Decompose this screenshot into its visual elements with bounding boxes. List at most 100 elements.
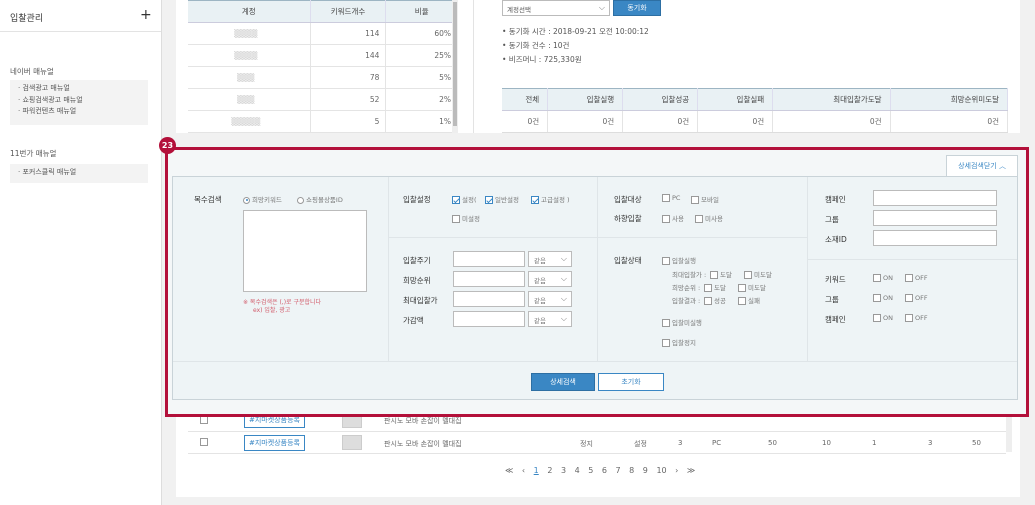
checkbox-state-not-run[interactable]: 입찰미실행: [662, 317, 702, 327]
sync-time: • 동기화 시간 : 2018-09-21 오전 10:00:12: [502, 27, 649, 36]
checkbox-keyword-on[interactable]: ON: [873, 274, 893, 282]
checkbox-pc[interactable]: PC: [662, 194, 680, 202]
bid-cycle-operator[interactable]: 같음 ⌵: [528, 251, 572, 267]
bid-setting-label: 입찰설정: [403, 195, 431, 204]
page-3[interactable]: 3: [561, 466, 566, 475]
checkbox-unset[interactable]: 미설정: [452, 213, 480, 223]
multi-search-label: 복수검색: [194, 195, 222, 204]
detail-search-footer: 상세검색 초기화: [173, 361, 1017, 399]
checkbox-group-off[interactable]: OFF: [905, 294, 928, 302]
manual-link-powercontent[interactable]: · 파워컨텐츠 매뉴얼: [18, 106, 140, 118]
checkbox-normal-setting[interactable]: 일반설정: [485, 194, 519, 204]
detail-search-panel: 복수검색 희망키워드 쇼핑몰상품ID ※ 복수검색은 (,)로 구분합니다 ex…: [172, 176, 1018, 400]
manual-link-shopping[interactable]: · 쇼핑검색광고 매뉴얼: [18, 95, 140, 107]
checkbox-not-use[interactable]: 미사용: [695, 213, 723, 223]
naver-manual-list: · 검색광고 매뉴얼 · 쇼핑검색광고 매뉴얼 · 파워컨텐츠 매뉴얼: [10, 80, 148, 125]
group-label: 그룹: [825, 215, 839, 224]
step-input[interactable]: [453, 311, 525, 327]
biz-money: • 비즈머니 : 725,330원: [502, 55, 582, 64]
campaign-label: 캠페인: [825, 195, 846, 204]
page-7[interactable]: 7: [616, 466, 621, 475]
table-row: ▒▒▒▒ 144 25%: [188, 44, 458, 67]
checkbox-state-stop[interactable]: 입찰정지: [662, 337, 696, 347]
page-2[interactable]: 2: [547, 466, 552, 475]
product-tag[interactable]: #지마켓상품등록: [244, 435, 305, 451]
divider: [473, 0, 474, 133]
checkbox-rank-reach[interactable]: 도달: [704, 282, 726, 292]
rank-operator[interactable]: 같음 ⌵: [528, 271, 572, 287]
col-run: 입찰실행: [547, 88, 624, 111]
table-row: ▒▒▒ 52 2%: [188, 88, 458, 111]
checkbox-maxbid-reach[interactable]: 도달: [710, 269, 732, 279]
chevron-down-icon: ⌵: [560, 314, 567, 323]
checkbox-rank-not-reach[interactable]: 미도달: [738, 282, 766, 292]
manual-link-search[interactable]: · 검색광고 매뉴얼: [18, 83, 140, 95]
expand-plus-icon[interactable]: +: [140, 7, 152, 23]
bid-cycle-input[interactable]: [453, 251, 525, 267]
next-page[interactable]: ›: [675, 466, 678, 475]
radio-keyword[interactable]: 희망키워드: [243, 194, 282, 204]
manual-link-focusclick[interactable]: · 포커스클릭 매뉴얼: [18, 167, 140, 179]
account-select[interactable]: 계정선택 ⌵: [502, 0, 610, 16]
page-9[interactable]: 9: [643, 466, 648, 475]
sync-count: • 동기화 건수 : 10건: [502, 41, 570, 50]
checkbox-setting[interactable]: 설정(: [452, 194, 477, 204]
table-scrollbar[interactable]: [452, 0, 458, 133]
page-5[interactable]: 5: [588, 466, 593, 475]
max-bid-operator[interactable]: 같음 ⌵: [528, 291, 572, 307]
page-1[interactable]: 1: [534, 466, 539, 475]
sync-info: • 동기화 시간 : 2018-09-21 오전 10:00:12 • 동기화 …: [502, 25, 649, 67]
col-total: 전체: [502, 88, 549, 111]
row-checkbox[interactable]: [200, 438, 208, 446]
checkbox-keyword-off[interactable]: OFF: [905, 274, 928, 282]
step-operator[interactable]: 같음 ⌵: [528, 311, 572, 327]
prev-page[interactable]: ‹: [522, 466, 525, 475]
page-10[interactable]: 10: [656, 466, 666, 475]
page-8[interactable]: 8: [629, 466, 634, 475]
page-4[interactable]: 4: [575, 466, 580, 475]
first-page[interactable]: ≪: [505, 466, 513, 475]
page-6[interactable]: 6: [602, 466, 607, 475]
col-ratio: 비율: [385, 0, 458, 23]
bid-state-column: 입찰대상 PC 모바일 하향입찰 사용 미사용 입찰상태 입찰실행 최대입찰가 …: [598, 177, 808, 361]
max-bid-input[interactable]: [453, 291, 525, 307]
material-id-label: 소재ID: [825, 235, 847, 244]
table-row: ▒▒▒▒▒ 5 1%: [188, 110, 458, 133]
checkbox-maxbid-not-reach[interactable]: 미도달: [744, 269, 772, 279]
checkbox-state-run[interactable]: 입찰실행: [662, 255, 696, 265]
material-id-input[interactable]: [873, 230, 997, 246]
checkbox-mobile[interactable]: 모바일: [691, 194, 719, 204]
checkbox-advanced-setting[interactable]: 고급설정 ): [531, 194, 570, 204]
col-fail: 입찰실패: [697, 88, 774, 111]
sync-button[interactable]: 동기화: [613, 0, 661, 16]
radio-shopping-id[interactable]: 쇼핑몰상품ID: [297, 194, 343, 204]
checkbox-result-fail[interactable]: 실패: [738, 295, 760, 305]
multi-search-textarea[interactable]: [243, 210, 367, 292]
campaign-column: 캠페인 그룹 소재ID 키워드 ON OFF 그룹 ON OFF 캠페인 ON …: [808, 177, 1017, 361]
checkbox-use[interactable]: 사용: [662, 213, 684, 223]
col-success: 입찰성공: [622, 88, 699, 111]
bid-status-table: 전체 입찰실행 입찰성공 입찰실패 최대입찰가도달 희망순위미도달 0건 0건 …: [502, 88, 1009, 133]
bid-setting-column: 입찰설정 설정( 일반설정 고급설정 ) 미설정 입찰주기 같음 ⌵ 희망순위 같…: [389, 177, 598, 361]
chevron-down-icon: ⌵: [560, 294, 567, 303]
eleven-manual-heading: 11번가 매뉴얼: [10, 149, 57, 158]
detail-toggle-button[interactable]: 상세검색닫기 ︿: [946, 155, 1018, 176]
rank-input[interactable]: [453, 271, 525, 287]
state-maxbid-label: 최대입찰가 :: [672, 271, 707, 279]
checkbox-group-on[interactable]: ON: [873, 294, 893, 302]
campaign-input[interactable]: [873, 190, 997, 206]
step-label: 가감액: [403, 316, 424, 325]
last-page[interactable]: ≫: [687, 466, 695, 475]
sidebar: 입찰관리 + 네이버 매뉴얼 · 검색광고 매뉴얼 · 쇼핑검색광고 매뉴얼 ·…: [0, 0, 162, 505]
table-row: 0건 0건 0건 0건 0건 0건: [502, 110, 1009, 133]
row-checkbox[interactable]: [200, 416, 208, 424]
detail-search-button[interactable]: 상세검색: [531, 373, 595, 391]
reset-button[interactable]: 초기화: [598, 373, 664, 391]
checkbox-campaign-on[interactable]: ON: [873, 314, 893, 322]
checkbox-result-success[interactable]: 성공: [704, 295, 726, 305]
group-input[interactable]: [873, 210, 997, 226]
checkbox-campaign-off[interactable]: OFF: [905, 314, 928, 322]
eleven-manual-list: · 포커스클릭 매뉴얼: [10, 164, 148, 183]
chevron-up-icon: ︿: [998, 162, 1006, 170]
state-result-label: 입찰결과 :: [672, 297, 701, 305]
